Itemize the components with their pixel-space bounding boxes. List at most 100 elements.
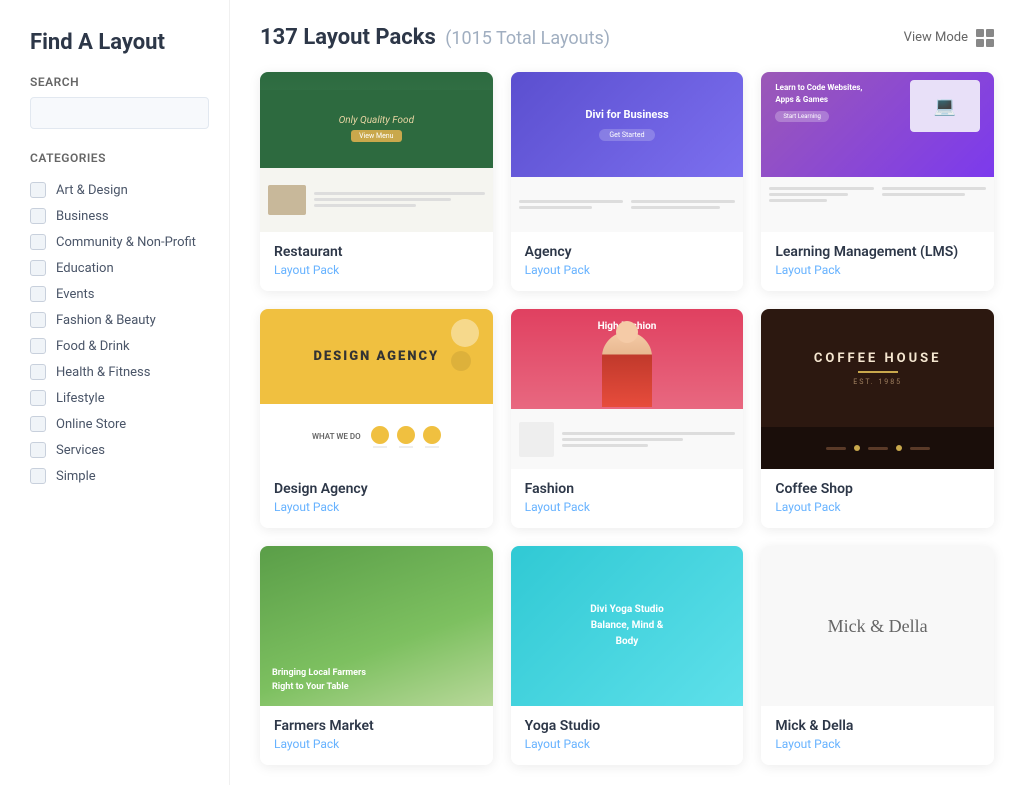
card-image-lms: Learn to Code Websites, Apps & Games Sta… <box>761 72 994 232</box>
card-lms[interactable]: Learn to Code Websites, Apps & Games Sta… <box>761 72 994 291</box>
restaurant-btn: View Menu <box>351 130 401 142</box>
category-checkbox[interactable] <box>30 208 46 224</box>
sidebar: Find A Layout Search Categories Art & De… <box>0 0 230 785</box>
category-label: Services <box>56 443 105 458</box>
sidebar-item-health-fitness[interactable]: Health & Fitness <box>30 359 209 385</box>
card-image-design-agency: DESIGN AGENCY WHAT WE DO <box>260 309 493 469</box>
card-name: Design Agency <box>274 481 479 497</box>
sidebar-item-community[interactable]: Community & Non-Profit <box>30 229 209 255</box>
card-name: Farmers Market <box>274 718 479 734</box>
category-checkbox[interactable] <box>30 182 46 198</box>
card-yoga[interactable]: Divi Yoga StudioBalance, Mind &Body Yoga… <box>511 546 744 765</box>
card-farmers[interactable]: Bringing Local FarmersRight to Your Tabl… <box>260 546 493 765</box>
category-label: Business <box>56 209 109 224</box>
card-type: Layout Pack <box>525 500 730 514</box>
card-name: Learning Management (LMS) <box>775 244 980 260</box>
categories-list: Art & Design Business Community & Non-Pr… <box>30 177 209 489</box>
card-info-lms: Learning Management (LMS) Layout Pack <box>761 232 994 291</box>
sidebar-item-services[interactable]: Services <box>30 437 209 463</box>
card-info-yoga: Yoga Studio Layout Pack <box>511 706 744 765</box>
card-design-agency[interactable]: DESIGN AGENCY WHAT WE DO <box>260 309 493 528</box>
category-checkbox[interactable] <box>30 416 46 432</box>
card-image-agency: Divi for Business Get Started <box>511 72 744 232</box>
category-checkbox[interactable] <box>30 234 46 250</box>
card-image-fashion: High Fashion <box>511 309 744 469</box>
card-fashion[interactable]: High Fashion F <box>511 309 744 528</box>
sidebar-item-online-store[interactable]: Online Store <box>30 411 209 437</box>
main-header: 137 Layout Packs (1015 Total Layouts) Vi… <box>260 25 994 50</box>
card-info-restaurant: Restaurant Layout Pack <box>260 232 493 291</box>
categories-label: Categories <box>30 151 209 165</box>
grid-view-icon <box>976 29 994 47</box>
category-checkbox[interactable] <box>30 312 46 328</box>
main-content: 137 Layout Packs (1015 Total Layouts) Vi… <box>230 0 1024 785</box>
layout-grid: Only Quality Food View Menu <box>260 72 994 765</box>
card-image-restaurant: Only Quality Food View Menu <box>260 72 493 232</box>
main-title-area: 137 Layout Packs (1015 Total Layouts) <box>260 25 610 50</box>
card-agency[interactable]: Divi for Business Get Started <box>511 72 744 291</box>
card-mick[interactable]: Mick & Della Mick & Della Layout Pack <box>761 546 994 765</box>
card-name: Agency <box>525 244 730 260</box>
mick-title: Mick & Della <box>828 616 928 637</box>
card-info-coffee: Coffee Shop Layout Pack <box>761 469 994 528</box>
view-mode-label: View Mode <box>904 30 968 45</box>
card-restaurant[interactable]: Only Quality Food View Menu <box>260 72 493 291</box>
card-info-agency: Agency Layout Pack <box>511 232 744 291</box>
card-name: Coffee Shop <box>775 481 980 497</box>
card-info-fashion: Fashion Layout Pack <box>511 469 744 528</box>
category-label: Community & Non-Profit <box>56 235 196 250</box>
farmers-text: Bringing Local FarmersRight to Your Tabl… <box>272 667 366 694</box>
card-name: Mick & Della <box>775 718 980 734</box>
card-name: Fashion <box>525 481 730 497</box>
category-checkbox[interactable] <box>30 260 46 276</box>
page-title: Find A Layout <box>30 30 209 55</box>
design-agency-sub: WHAT WE DO <box>312 432 361 441</box>
category-checkbox[interactable] <box>30 364 46 380</box>
category-label: Events <box>56 287 94 302</box>
card-type: Layout Pack <box>274 737 479 751</box>
sidebar-item-art-design[interactable]: Art & Design <box>30 177 209 203</box>
sidebar-item-events[interactable]: Events <box>30 281 209 307</box>
sidebar-item-food-drink[interactable]: Food & Drink <box>30 333 209 359</box>
agency-hero-text: Divi for Business <box>585 108 668 121</box>
category-checkbox[interactable] <box>30 442 46 458</box>
search-input[interactable] <box>30 97 209 129</box>
card-type: Layout Pack <box>274 263 479 277</box>
category-checkbox[interactable] <box>30 468 46 484</box>
category-label: Health & Fitness <box>56 365 150 380</box>
card-type: Layout Pack <box>775 500 980 514</box>
sidebar-item-business[interactable]: Business <box>30 203 209 229</box>
category-label: Education <box>56 261 114 276</box>
card-info-farmers: Farmers Market Layout Pack <box>260 706 493 765</box>
card-type: Layout Pack <box>274 500 479 514</box>
category-label: Fashion & Beauty <box>56 313 156 328</box>
category-checkbox[interactable] <box>30 286 46 302</box>
card-name: Restaurant <box>274 244 479 260</box>
sidebar-item-education[interactable]: Education <box>30 255 209 281</box>
card-type: Layout Pack <box>775 263 980 277</box>
card-image-yoga: Divi Yoga StudioBalance, Mind &Body <box>511 546 744 706</box>
category-label: Lifestyle <box>56 391 105 406</box>
search-label: Search <box>30 75 209 89</box>
restaurant-text-lines <box>314 192 485 207</box>
agency-btn: Get Started <box>599 129 654 141</box>
category-label: Art & Design <box>56 183 128 198</box>
view-mode-toggle[interactable]: View Mode <box>904 29 994 47</box>
card-info-mick: Mick & Della Layout Pack <box>761 706 994 765</box>
category-label: Simple <box>56 469 96 484</box>
card-coffee-shop[interactable]: COFFEE HOUSE EST. 1985 Coffee Shop Layo <box>761 309 994 528</box>
card-image-farmers: Bringing Local FarmersRight to Your Tabl… <box>260 546 493 706</box>
coffee-title: COFFEE HOUSE <box>814 351 942 366</box>
restaurant-hero-text: Only Quality Food <box>339 115 414 126</box>
category-checkbox[interactable] <box>30 390 46 406</box>
card-type: Layout Pack <box>525 263 730 277</box>
card-type: Layout Pack <box>525 737 730 751</box>
layout-packs-count: 137 Layout Packs <box>260 25 436 50</box>
sidebar-item-simple[interactable]: Simple <box>30 463 209 489</box>
category-label: Food & Drink <box>56 339 130 354</box>
card-info-design-agency: Design Agency Layout Pack <box>260 469 493 528</box>
category-checkbox[interactable] <box>30 338 46 354</box>
sidebar-item-fashion-beauty[interactable]: Fashion & Beauty <box>30 307 209 333</box>
sidebar-item-lifestyle[interactable]: Lifestyle <box>30 385 209 411</box>
card-name: Yoga Studio <box>525 718 730 734</box>
